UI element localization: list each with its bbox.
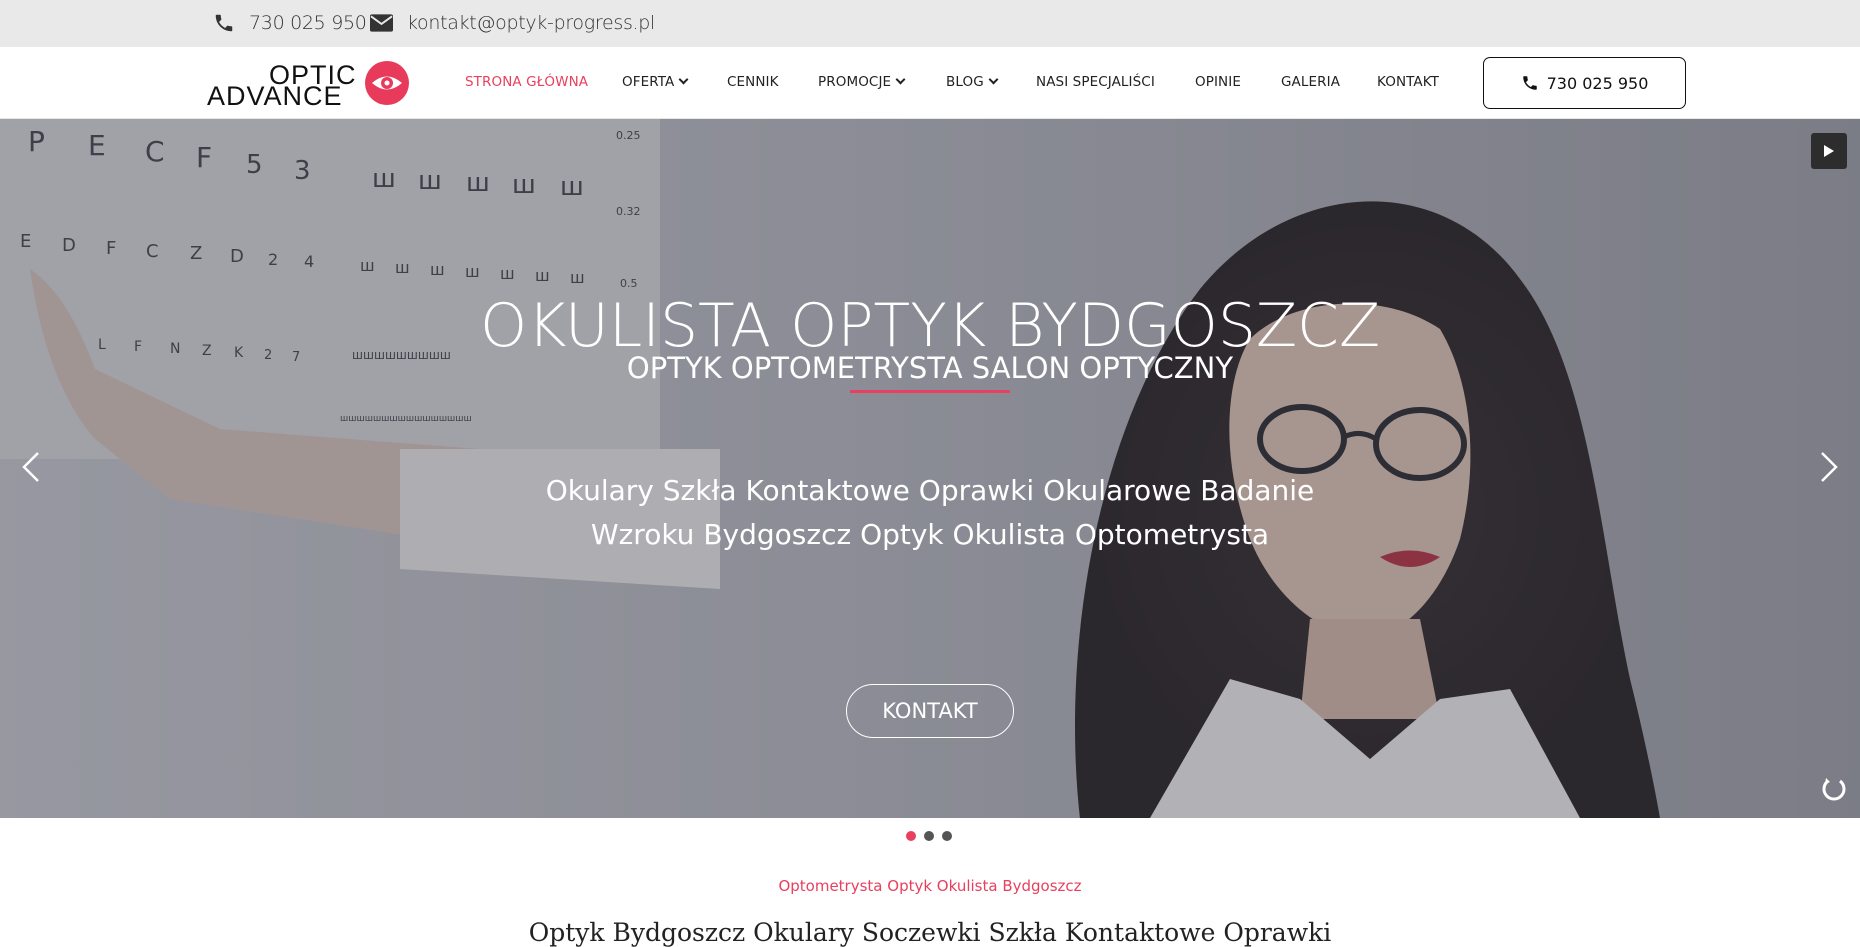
logo[interactable]: OPTIC ADVANCE	[207, 57, 409, 111]
nav-item-label: STRONA GŁÓWNA	[465, 74, 589, 90]
nav-item-offer[interactable]: OFERTA	[622, 74, 689, 90]
hero-subtitle: OPTYK OPTOMETRYSTA SALON OPTYCZNY	[626, 351, 1234, 385]
topbar-email-link[interactable]: kontakt@optyk-progress.pl	[370, 10, 655, 36]
chevron-right-icon[interactable]	[1818, 449, 1842, 485]
nav-item-promotions[interactable]: PROMOCJE	[818, 74, 906, 90]
hero-contact-button[interactable]: KONTAKT	[846, 684, 1014, 738]
logo-text-line2: ADVANCE	[207, 81, 343, 111]
nav-item-label: NASI SPECJALIŚCI	[1036, 74, 1155, 90]
nav-item-label: KONTAKT	[1377, 74, 1440, 90]
phone-icon	[215, 14, 233, 32]
hero-accent-underline	[850, 390, 1010, 393]
chevron-down-icon	[895, 74, 906, 85]
hero-tagline-line2: Wzroku Bydgoszcz Optyk Okulista Optometr…	[590, 518, 1270, 551]
play-icon[interactable]	[1811, 133, 1847, 169]
nav-item-specialists[interactable]: NASI SPECJALIŚCI	[1036, 74, 1155, 90]
section-title: Optyk Bydgoszcz Okulary Soczewki Szkła K…	[528, 918, 1332, 947]
nav-item-reviews[interactable]: OPINIE	[1195, 74, 1241, 90]
eye-logo-icon	[365, 61, 409, 105]
nav-item-label: OFERTA	[622, 74, 675, 90]
topbar-phone-text: 730 025 950	[249, 12, 367, 34]
reload-icon[interactable]	[1820, 775, 1848, 803]
nav-item-home[interactable]: STRONA GŁÓWNA	[465, 74, 588, 90]
top-contact-bar: 730 025 950 kontakt@optyk-progress.pl	[0, 0, 1860, 47]
call-button-label: 730 025 950	[1546, 73, 1649, 93]
chevron-down-icon	[988, 74, 999, 85]
slider-dot-2[interactable]	[924, 831, 934, 841]
hero-slider: PE CF 53 ED FC ZD 24 LF NZ K2 7 шш шш ш …	[0, 119, 1860, 818]
site-header: OPTIC ADVANCE STRONA GŁÓWNA OFERTA CENNI…	[0, 47, 1860, 119]
nav-item-label: BLOG	[946, 74, 984, 90]
nav-item-blog[interactable]: BLOG	[946, 74, 999, 90]
nav-item-label: CENNIK	[727, 74, 779, 90]
chevron-down-icon	[678, 74, 689, 85]
chevron-left-icon[interactable]	[18, 449, 42, 485]
nav-item-pricing[interactable]: CENNIK	[727, 74, 779, 90]
call-button[interactable]: 730 025 950	[1483, 57, 1686, 109]
nav-item-label: GALERIA	[1281, 74, 1341, 90]
envelope-icon	[370, 14, 393, 32]
nav-item-label: OPINIE	[1195, 74, 1241, 90]
slider-dot-1[interactable]	[906, 831, 916, 841]
nav-item-contact[interactable]: KONTAKT	[1377, 74, 1439, 90]
hero-tagline-line1: Okulary Szkła Kontaktowe Oprawki Okularo…	[545, 474, 1315, 507]
topbar-email-text: kontakt@optyk-progress.pl	[407, 12, 656, 34]
slider-pagination	[906, 831, 952, 841]
hero-tagline: Okulary Szkła Kontaktowe Oprawki Okularo…	[430, 469, 1430, 557]
nav-item-gallery[interactable]: GALERIA	[1281, 74, 1340, 90]
topbar-phone-link[interactable]: 730 025 950	[213, 10, 367, 36]
slider-dot-3[interactable]	[942, 831, 952, 841]
section-eyebrow: Optometrysta Optyk Okulista Bydgoszcz	[778, 877, 1082, 895]
nav-item-label: PROMOCJE	[818, 74, 892, 90]
hero-contact-button-label: KONTAKT	[882, 699, 978, 723]
phone-icon	[1522, 76, 1537, 90]
